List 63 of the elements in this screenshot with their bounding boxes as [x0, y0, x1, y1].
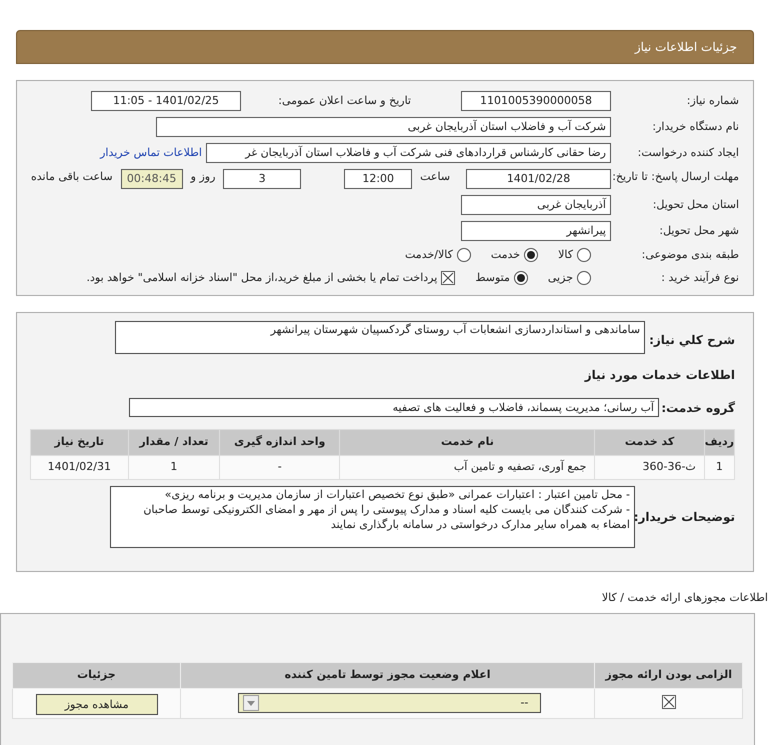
- text-field[interactable]: آذربایجان غربی: [461, 195, 611, 215]
- field-label: مهلت ارسال پاسخ: تا تاریخ:: [611, 169, 739, 184]
- radio-label: کالا/خدمت: [405, 247, 453, 263]
- table-cell: جمع آوری، تصفیه و تامین آب: [340, 456, 595, 480]
- field-label: نام دستگاه خریدار:: [651, 118, 739, 135]
- text-field[interactable]: شرکت آب و فاضلاب استان آذربایجان غربی: [156, 117, 611, 137]
- radio-button[interactable]: [577, 270, 591, 285]
- radio-button[interactable]: [514, 270, 528, 285]
- radio-button[interactable]: [524, 248, 538, 262]
- text-field[interactable]: 00:48:45: [120, 169, 183, 189]
- column-header: تعداد / مقدار: [128, 430, 220, 456]
- radio-button[interactable]: [577, 248, 591, 262]
- status-dropdown[interactable]: --: [238, 693, 542, 713]
- radio-label: کالا: [558, 247, 573, 263]
- text-field[interactable]: رضا حقانی کارشناس قراردادهای فنی شرکت آب و فاضلاب استان آذربایجان غر: [206, 143, 611, 163]
- group-field: آب رسانی؛ مدیریت پسماند، فاضلاب و فعالیت های تصفیه: [129, 398, 659, 417]
- field-label: تاریخ و ساعت اعلان عمومی:: [277, 92, 412, 109]
- section-title: اطلاعات خدمات مورد نیاز: [583, 367, 735, 384]
- field-label: استان محل تحویل:: [652, 196, 739, 213]
- notes-label: توضیحات خریدار:: [635, 509, 735, 526]
- column-header: تاریخ نیاز: [30, 430, 128, 456]
- field-label: طبقه بندی موضوعی:: [640, 247, 739, 263]
- column-header: الزامی بودن ارائه مجوز: [594, 662, 742, 688]
- text-field[interactable]: پیرانشهر: [461, 221, 611, 241]
- column-header: ردیف: [704, 430, 734, 456]
- contact-link[interactable]: اطلاعات تماس خریدار: [100, 144, 202, 162]
- radio-button[interactable]: [456, 248, 471, 262]
- note-text: - محل تامین اعتبار : اعتبارات عمرانی «طبق نوع تخصیص اعتبارات از سازمان مدیریت و برنامه ریزی»: [164, 487, 630, 502]
- page-title: جزئیات اطلاعات نیاز: [634, 39, 737, 56]
- group-label: گروه خدمت:: [660, 400, 735, 416]
- field-label: ایجاد کننده درخواست:: [636, 144, 739, 161]
- checkbox[interactable]: [662, 695, 676, 709]
- summary-label: شرح کلي نياز:: [649, 332, 735, 349]
- note-text: - شرکت کنندگان می بایست کلیه اسناد و مدارک پیوستی را پس از مهر و امضای الکترونیکی توسط صاحبان امضاء به همراه سایر مدارک درخواستی در سامانه بارگذاری نمایند: [142, 502, 630, 532]
- radio-label: متوسط: [475, 270, 510, 286]
- remaining-label: ساعت باقی مانده: [31, 169, 113, 185]
- days-label: روز و: [190, 169, 216, 185]
- section-title: اطلاعات مجوزهای ارائه خدمت / کالا: [600, 590, 768, 606]
- radio-label: جزیی: [548, 270, 573, 286]
- field-label: شهر محل تحویل:: [658, 222, 739, 239]
- table-cell: 1: [128, 456, 220, 480]
- table-cell: 1: [704, 456, 734, 480]
- field-label: شماره نیاز:: [686, 92, 739, 109]
- text-field[interactable]: 1401/02/25 - 11:05: [91, 91, 241, 111]
- checkbox[interactable]: [441, 270, 456, 285]
- table-cell: -: [220, 456, 340, 480]
- time-label: ساعت: [420, 169, 450, 185]
- table-cell: ث-36-360: [594, 456, 704, 480]
- field-label: نوع فرآیند خرید :: [660, 270, 739, 286]
- column-header: نام خدمت: [340, 430, 595, 456]
- column-header: اعلام وضعیت مجوز توسط تامین کننده: [180, 662, 595, 688]
- text-field[interactable]: 12:00: [344, 169, 412, 189]
- table-cell: 1401/02/31: [30, 456, 128, 480]
- view-license-button[interactable]: مشاهده مجوز: [36, 694, 158, 716]
- text-field[interactable]: 3: [223, 169, 301, 189]
- column-header: کد خدمت: [594, 430, 704, 456]
- radio-label: خدمت: [490, 247, 520, 263]
- summary-box: ساماندهی و استانداردسازی انشعابات آب روستای گردکسپیان شهرستان پیرانشهر: [115, 321, 646, 354]
- text-field[interactable]: 1401/02/28: [466, 169, 611, 189]
- column-header: واحد اندازه گیری: [220, 430, 340, 456]
- column-header: جزئیات: [12, 662, 180, 688]
- treasury-note: پرداخت تمام یا بخشی از مبلغ خرید،از محل "اسناد خزانه اسلامی" خواهد بود.: [86, 270, 438, 286]
- text-field[interactable]: 1101005390000058: [461, 91, 611, 111]
